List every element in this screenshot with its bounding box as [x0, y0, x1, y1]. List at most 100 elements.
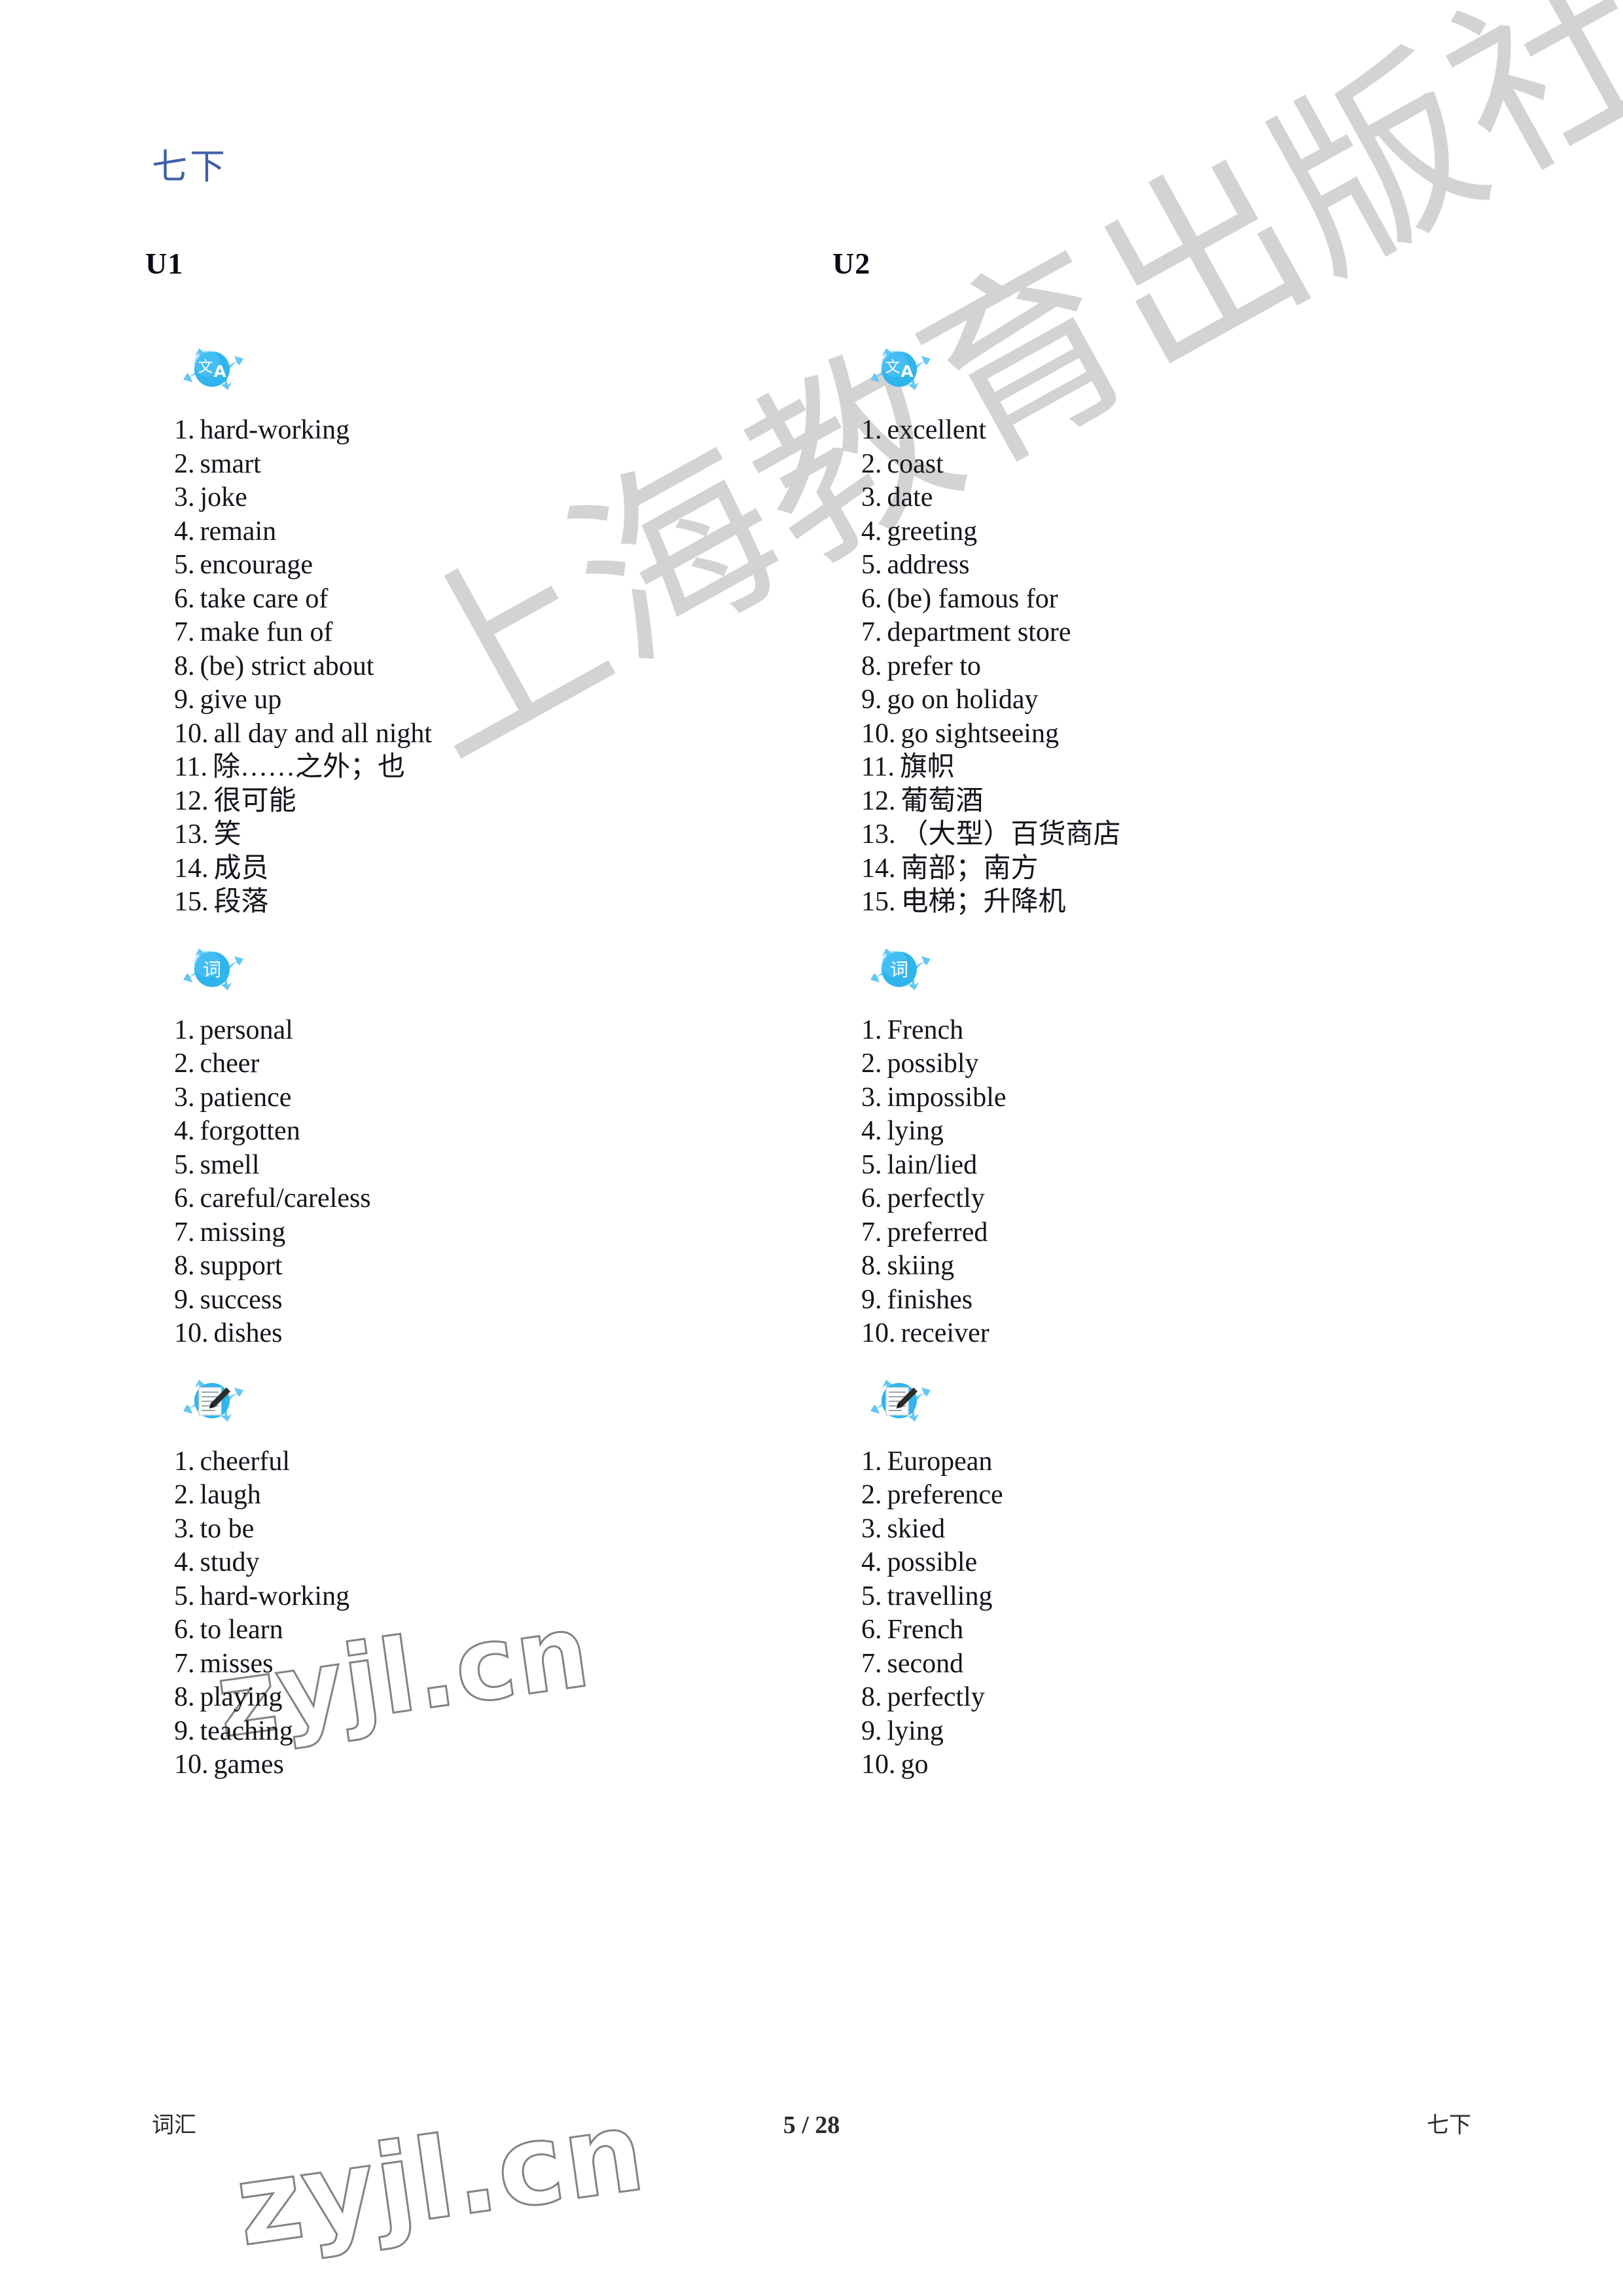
page-number: 5 / 28 [783, 2111, 840, 2139]
list-item: 7. missing [174, 1217, 286, 1247]
list-item: 2. coast [861, 448, 944, 479]
svg-text:A: A [901, 362, 914, 381]
list-item: 11. 除……之外；也 [174, 752, 405, 782]
translate-icon: 文 A [177, 339, 250, 399]
word-list: 1. personal 2. cheer 3. patience 4. forgotte… [145, 1014, 826, 1351]
section-translate-u1: 文 A 1. hard-working 2. smart 3. joke 4. rema… [145, 339, 826, 920]
list-item: 6. perfectly [861, 1183, 985, 1213]
list-item: 9. success [174, 1284, 283, 1315]
list-item: 12. 很可能 [174, 785, 296, 816]
list-item: 2. preference [861, 1480, 1003, 1510]
list-item: 7. second [861, 1648, 964, 1679]
word-list: 1. excellent 2. coast 3. date 4. greeting 5.… [832, 414, 1513, 920]
list-item: 1. European [861, 1446, 993, 1477]
svg-text:文: 文 [198, 359, 213, 376]
list-item: 2. possibly [861, 1049, 979, 1079]
document-page: 上海教育出版社 zyjl.cn zyjl.cn 七下 U1 文 A 1. har… [0, 0, 1623, 2296]
unit-column-u1: U1 文 A 1. hard-working 2. smart 3. joke … [145, 249, 826, 1802]
list-item: 4. greeting [861, 516, 978, 547]
section-writing-u1: 1. cheerful 2. laugh 3. to be 4. study 5. har… [145, 1371, 826, 1782]
list-item: 4. possible [861, 1547, 978, 1577]
list-item: 2. laugh [174, 1480, 261, 1510]
list-item: 3. impossible [861, 1082, 1007, 1113]
list-item: 11. 旗帜 [861, 752, 955, 782]
list-item: 13. （大型）百货商店 [861, 819, 1121, 850]
list-item: 10. games [174, 1749, 284, 1780]
list-item: 3. patience [174, 1082, 292, 1113]
vocabulary-icon: 词 [864, 939, 937, 999]
footer-grade-label: 七下 [1427, 2112, 1471, 2138]
list-item: 9. go on holiday [861, 685, 1039, 715]
list-item: 6. take care of [174, 583, 329, 614]
list-item: 8. support [174, 1251, 283, 1281]
list-item: 2. cheer [174, 1049, 260, 1079]
list-item: 1. cheerful [174, 1446, 291, 1477]
list-item: 6. careful/careless [174, 1183, 371, 1213]
list-item: 7. preferred [861, 1217, 988, 1247]
list-item: 6. French [861, 1615, 964, 1645]
list-item: 5. encourage [174, 550, 313, 580]
list-item: 5. lain/lied [861, 1149, 978, 1180]
section-vocabulary-u2: 词 1. French 2. possibly 3. impossible 4. lyi… [832, 939, 1513, 1351]
list-item: 9. give up [174, 685, 282, 715]
notepad-pencil-icon [177, 1371, 250, 1431]
list-item: 9. lying [861, 1715, 944, 1746]
list-item: 3. date [861, 482, 933, 512]
list-item: 10. receiver [861, 1318, 990, 1348]
list-item: 8. prefer to [861, 651, 981, 681]
list-item: 14. 成员 [174, 853, 269, 884]
list-item: 15. 段落 [174, 887, 269, 917]
svg-text:A: A [213, 362, 226, 381]
list-item: 8. perfectly [861, 1682, 985, 1712]
svg-text:词: 词 [203, 959, 221, 980]
list-item: 15. 电梯；升降机 [861, 887, 1066, 917]
list-item: 2. smart [174, 448, 261, 479]
list-item: 13. 笑 [174, 819, 241, 850]
list-item: 5. smell [174, 1149, 260, 1180]
list-item: 10. go sightseeing [861, 718, 1059, 749]
list-item: 7. department store [861, 617, 1071, 647]
section-writing-u2: 1. European 2. preference 3. skied 4. possib… [832, 1371, 1513, 1782]
list-item: 6. to learn [174, 1615, 283, 1645]
list-item: 9. teaching [174, 1715, 293, 1746]
word-list: 1. cheerful 2. laugh 3. to be 4. study 5. har… [145, 1445, 826, 1782]
unit-column-u2: U2 文 A 1. excellent 2. coast 3. date 4. … [832, 249, 1513, 1802]
word-list: 1. French 2. possibly 3. impossible 4. lying… [832, 1014, 1513, 1351]
list-item: 1. hard-working [174, 415, 350, 445]
list-item: 5. address [861, 550, 970, 580]
unit-heading-u1: U1 [145, 247, 184, 280]
list-item: 7. make fun of [174, 617, 333, 647]
list-item: 1. French [861, 1014, 964, 1045]
list-item: 8. playing [174, 1682, 283, 1712]
translate-icon: 文 A [864, 339, 937, 399]
list-item: 10. dishes [174, 1318, 283, 1348]
list-item: 12. 葡萄酒 [861, 785, 984, 816]
list-item: 4. lying [861, 1116, 944, 1146]
list-item: 9. finishes [861, 1284, 973, 1315]
page-footer: 词汇 5 / 28 七下 [145, 2109, 1478, 2155]
unit-heading-u2: U2 [832, 247, 871, 280]
section-vocabulary-u1: 词 1. personal 2. cheer 3. patience 4. forgot… [145, 939, 826, 1351]
list-item: 4. study [174, 1547, 260, 1577]
list-item: 10. go [861, 1749, 929, 1780]
list-item: 3. joke [174, 482, 247, 512]
list-item: 14. 南部；南方 [861, 853, 1039, 884]
list-item: 4. remain [174, 516, 277, 547]
svg-text:词: 词 [890, 959, 908, 980]
list-item: 3. skied [861, 1513, 946, 1544]
svg-text:文: 文 [885, 359, 901, 376]
vocabulary-icon: 词 [177, 939, 250, 999]
list-item: 1. personal [174, 1014, 293, 1045]
notepad-pencil-icon [864, 1371, 937, 1431]
list-item: 6. (be) famous for [861, 583, 1058, 614]
word-list: 1. European 2. preference 3. skied 4. possib… [832, 1445, 1513, 1782]
list-item: 10. all day and all night [174, 718, 433, 749]
word-list: 1. hard-working 2. smart 3. joke 4. remain 5… [145, 414, 826, 920]
list-item: 8. skiing [861, 1251, 955, 1281]
list-item: 8. (be) strict about [174, 651, 374, 681]
list-item: 4. forgotten [174, 1116, 300, 1146]
page-title: 七下 [152, 146, 228, 187]
list-item: 1. excellent [861, 415, 987, 445]
list-item: 7. misses [174, 1648, 274, 1679]
list-item: 5. travelling [861, 1581, 993, 1611]
